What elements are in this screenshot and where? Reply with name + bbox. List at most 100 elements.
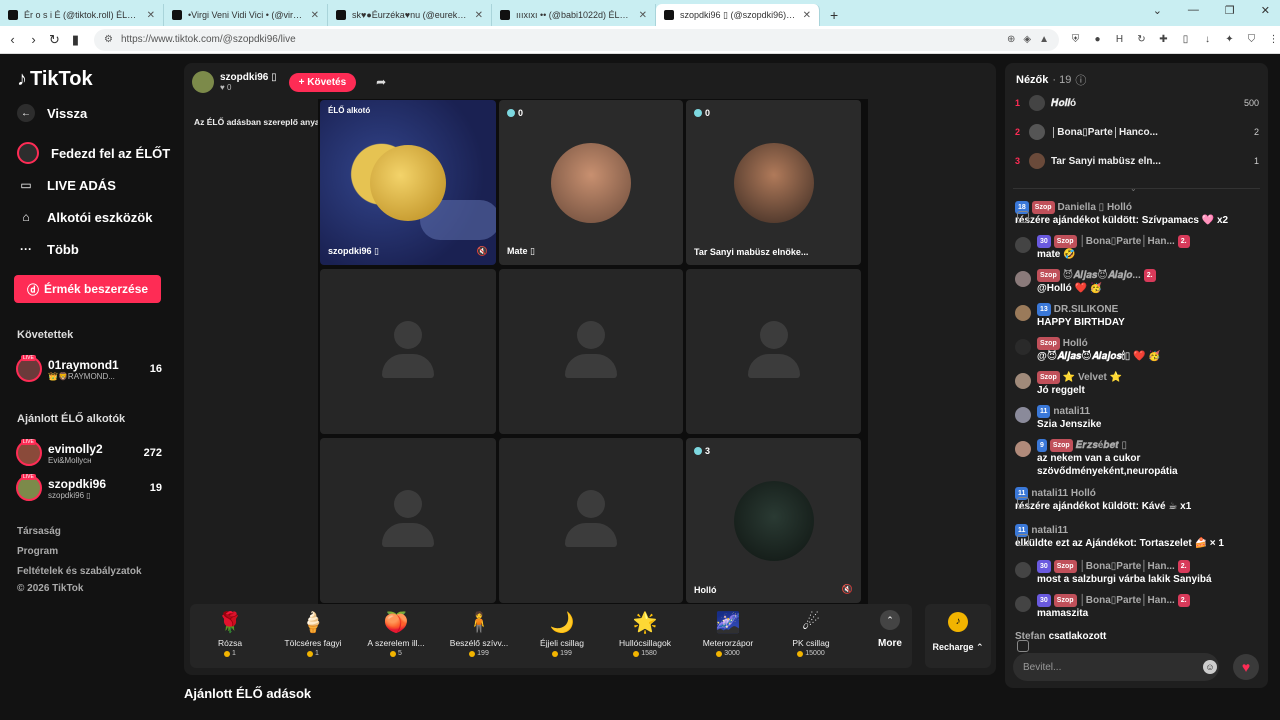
gift-talking-heart[interactable]: 🧍 Beszélő szívv... 199 (439, 610, 519, 657)
gift-ice-cream[interactable]: 🍦 Tölcséres fagyi 1 (273, 610, 353, 657)
avatar[interactable] (1015, 237, 1031, 253)
empty-guest-slot[interactable] (320, 438, 496, 603)
host-avatar[interactable] (192, 71, 214, 93)
tab-search-icon[interactable]: ⌄ (1153, 4, 1162, 17)
footer-terms-link[interactable]: Feltételek és szabályzatok (17, 566, 142, 577)
footer-program-link[interactable]: Program (17, 546, 58, 557)
gift-price: 5 (356, 650, 436, 657)
minimize-icon[interactable]: — (1188, 4, 1199, 17)
brave-shield-icon[interactable]: ◈ (1023, 34, 1031, 45)
chat-input[interactable]: Bevitel... (1013, 653, 1219, 681)
zoom-icon[interactable]: ⊕ (1007, 34, 1015, 45)
extension-color-icon[interactable]: ● (1091, 34, 1104, 45)
close-tab-icon[interactable]: ✕ (803, 10, 811, 21)
nav-explore-live[interactable]: Fedezd fel az ÉLŐT (17, 142, 170, 164)
avatar[interactable] (1015, 441, 1031, 457)
recommended-account[interactable]: LIVE szopdki96 szopdki96 ▯ 19 (16, 474, 162, 501)
empty-guest-slot[interactable] (320, 269, 496, 434)
menu-icon[interactable]: ⋮ (1267, 34, 1280, 45)
guest-cell-2[interactable]: 0 Mate ▯ (499, 100, 683, 265)
guest-cell-3[interactable]: 0 Tar Sanyi mabüsz elnöke... (686, 100, 861, 265)
ai-icon[interactable]: ✦ (1223, 34, 1236, 45)
get-coins-button[interactable]: ⓓ Érmék beszerzése (14, 275, 161, 303)
avatar: LIVE (16, 474, 42, 501)
gift-pk-star[interactable]: ☄ PK csillag 15000 (771, 610, 851, 657)
forward-icon[interactable]: › (25, 32, 42, 47)
extension-hls-icon[interactable]: H (1113, 34, 1126, 45)
following-account[interactable]: LIVE 01raymond1 👑🦁RAYMOND... 16 (16, 355, 162, 382)
gift-night-star[interactable]: 🌙 Éjjeli csillag 199 (522, 610, 602, 657)
guest-cell-holló[interactable]: 3 Holló 🔇 (686, 438, 861, 603)
nav-more[interactable]: ··· Több (17, 240, 79, 258)
back-link[interactable]: ← Vissza (17, 104, 87, 122)
avatar[interactable] (1015, 339, 1031, 355)
rewards-icon[interactable]: ▲ (1039, 34, 1049, 45)
avatar[interactable] (1015, 271, 1031, 287)
emoji-icon[interactable]: ☺ (1203, 660, 1217, 674)
browser-tab-3[interactable]: sk♥●Éurzéka♥nu (@eurekaeurek✕ (328, 4, 492, 26)
gift-perfume[interactable]: 🍑 A szerelem ill... 5 (356, 610, 436, 657)
nav-go-live[interactable]: ▭ LIVE ADÁS (17, 176, 116, 194)
sidebar-toggle-icon[interactable]: ▯ (1179, 34, 1192, 45)
tiktok-logo[interactable]: ♪ TikTok (17, 68, 93, 91)
night-star-icon: 🌙 (549, 612, 575, 634)
top-viewer-row[interactable]: 1 𝑯𝒐𝒍𝒍ó 500 (1015, 95, 1259, 111)
empty-guest-slot[interactable] (499, 438, 683, 603)
recharge-button[interactable]: ♪ Recharge ⌃ (925, 604, 991, 668)
close-tab-icon[interactable]: ✕ (311, 10, 319, 21)
restore-icon[interactable]: ❐ (1225, 4, 1235, 17)
browser-tab-active[interactable]: szopdki96 ▯ (@szopdki96) ÉLŐ ✕ (656, 4, 820, 26)
info-icon[interactable]: ⓘ (1075, 72, 1086, 88)
close-window-icon[interactable]: ✕ (1261, 4, 1270, 17)
avatar[interactable] (1015, 562, 1031, 578)
close-tab-icon[interactable]: ✕ (639, 10, 647, 21)
recommended-account[interactable]: LIVE evimolly2 Evi&Mollyсн 272 (16, 439, 162, 466)
empty-guest-slot[interactable] (499, 269, 683, 434)
share-icon[interactable]: ➦ (376, 75, 386, 89)
chevron-up-icon: ⌃ (880, 610, 900, 630)
download-icon[interactable]: ↓ (1201, 34, 1214, 45)
recharge-label: Recharge ⌃ (932, 642, 984, 652)
more-gifts-button[interactable]: ⌃ More (870, 610, 910, 649)
host-name[interactable]: szopdki96 ▯ (220, 72, 277, 83)
extension-shield-icon[interactable]: ⛨ (1069, 34, 1082, 45)
expand-chevron-icon[interactable]: ⌄ (1130, 184, 1137, 193)
back-icon[interactable]: ‹ (4, 32, 21, 47)
extension-refresh-icon[interactable]: ↻ (1135, 34, 1148, 45)
browser-tab-2[interactable]: •Virgi Veni Vidi Vici • (@virgivenividi✕ (164, 4, 328, 26)
empty-guest-slot[interactable] (686, 269, 861, 434)
top-viewer-row[interactable]: 2 │Bona▯Parte│Hanco... 2 (1015, 124, 1259, 140)
top-viewer-row[interactable]: 3 Tar Sanyi mabüsz eln... 1 (1015, 153, 1259, 169)
gift-shooting-stars[interactable]: 🌟 Hullócsillagok 1580 (605, 610, 685, 657)
guest-score: 3 (694, 446, 710, 456)
avatar[interactable] (1015, 407, 1031, 423)
reload-icon[interactable]: ↻ (46, 32, 63, 48)
like-heart-button[interactable]: ♥ (1233, 654, 1259, 680)
footer-company-link[interactable]: Társaság (17, 526, 61, 537)
follow-button[interactable]: + Követés (288, 72, 357, 92)
avatar[interactable] (1015, 305, 1031, 321)
close-tab-icon[interactable]: ✕ (475, 10, 483, 21)
url-field[interactable]: ⚙ https://www.tiktok.com/@szopdki96/live… (94, 28, 1059, 51)
video-camera-icon: ▭ (20, 178, 32, 192)
new-tab-button[interactable]: + (820, 4, 848, 26)
browser-tab-4[interactable]: ıııxıxı •• (@babi1022d) ÉLŐ adásban✕ (492, 4, 656, 26)
gift-meteor-shower[interactable]: 🌌 Meterorzápor 3000 (688, 610, 768, 657)
vpn-icon[interactable]: ⛉ (1245, 34, 1258, 45)
viewers-header[interactable]: Nézők · 19 ⓘ (1016, 72, 1086, 88)
nav-creator-tools[interactable]: ⌂ Alkotói eszközök (17, 208, 152, 226)
gift-rose[interactable]: 🌹 Rózsa 1 (190, 610, 270, 657)
browser-tab-1[interactable]: Ér o s i É (@tiktok.roll) ÉLŐ adi ✕ (0, 4, 164, 26)
chat-message: 11 natali11 Szia Jenszike (1015, 405, 1261, 431)
guest-cell-host[interactable]: ÉLŐ alkotó szopdki96 ▯ 🔇 (320, 100, 496, 265)
extensions-puzzle-icon[interactable]: ✚ (1157, 34, 1170, 45)
avatar[interactable] (1015, 373, 1031, 389)
close-tab-icon[interactable]: ✕ (147, 10, 155, 21)
avatar (1029, 124, 1045, 140)
bookmark-icon[interactable]: ▮ (67, 32, 84, 48)
browser-tab-bar: Ér o s i É (@tiktok.roll) ÉLŐ adi ✕ •Virg… (0, 0, 1280, 26)
multi-guest-grid: ÉLŐ alkotó szopdki96 ▯ 🔇 0 Mate ▯ 0 Tar … (318, 99, 868, 604)
site-info-icon[interactable]: ⚙ (104, 34, 113, 45)
guest-video (551, 142, 631, 223)
avatar[interactable] (1015, 596, 1031, 612)
